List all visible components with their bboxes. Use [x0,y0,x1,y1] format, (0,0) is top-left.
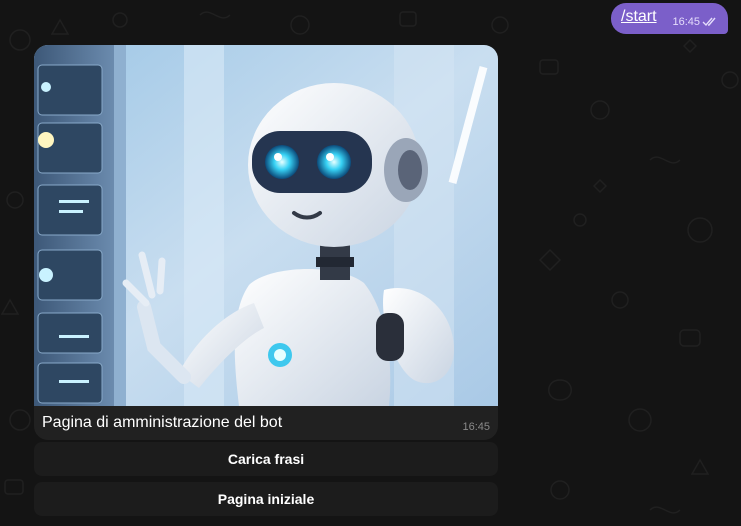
inline-button-carica-frasi[interactable]: Carica frasi [34,442,498,476]
inline-button-pagina-iniziale[interactable]: Pagina iniziale [34,482,498,516]
start-command-link[interactable]: /start [621,8,657,26]
caption-text: Pagina di amministrazione del bot [42,414,283,431]
robot-illustration-image[interactable] [34,45,498,406]
photo-message: Pagina di amministrazione del bot 16:45 [34,45,498,440]
caption-time: 16:45 [462,421,490,433]
message-meta: 16:45 [672,16,718,28]
message-time: 16:45 [672,15,700,28]
photo-caption: Pagina di amministrazione del bot 16:45 [34,406,498,440]
double-check-icon [702,17,716,26]
outgoing-message-bubble: /start 16:45 [611,3,728,34]
